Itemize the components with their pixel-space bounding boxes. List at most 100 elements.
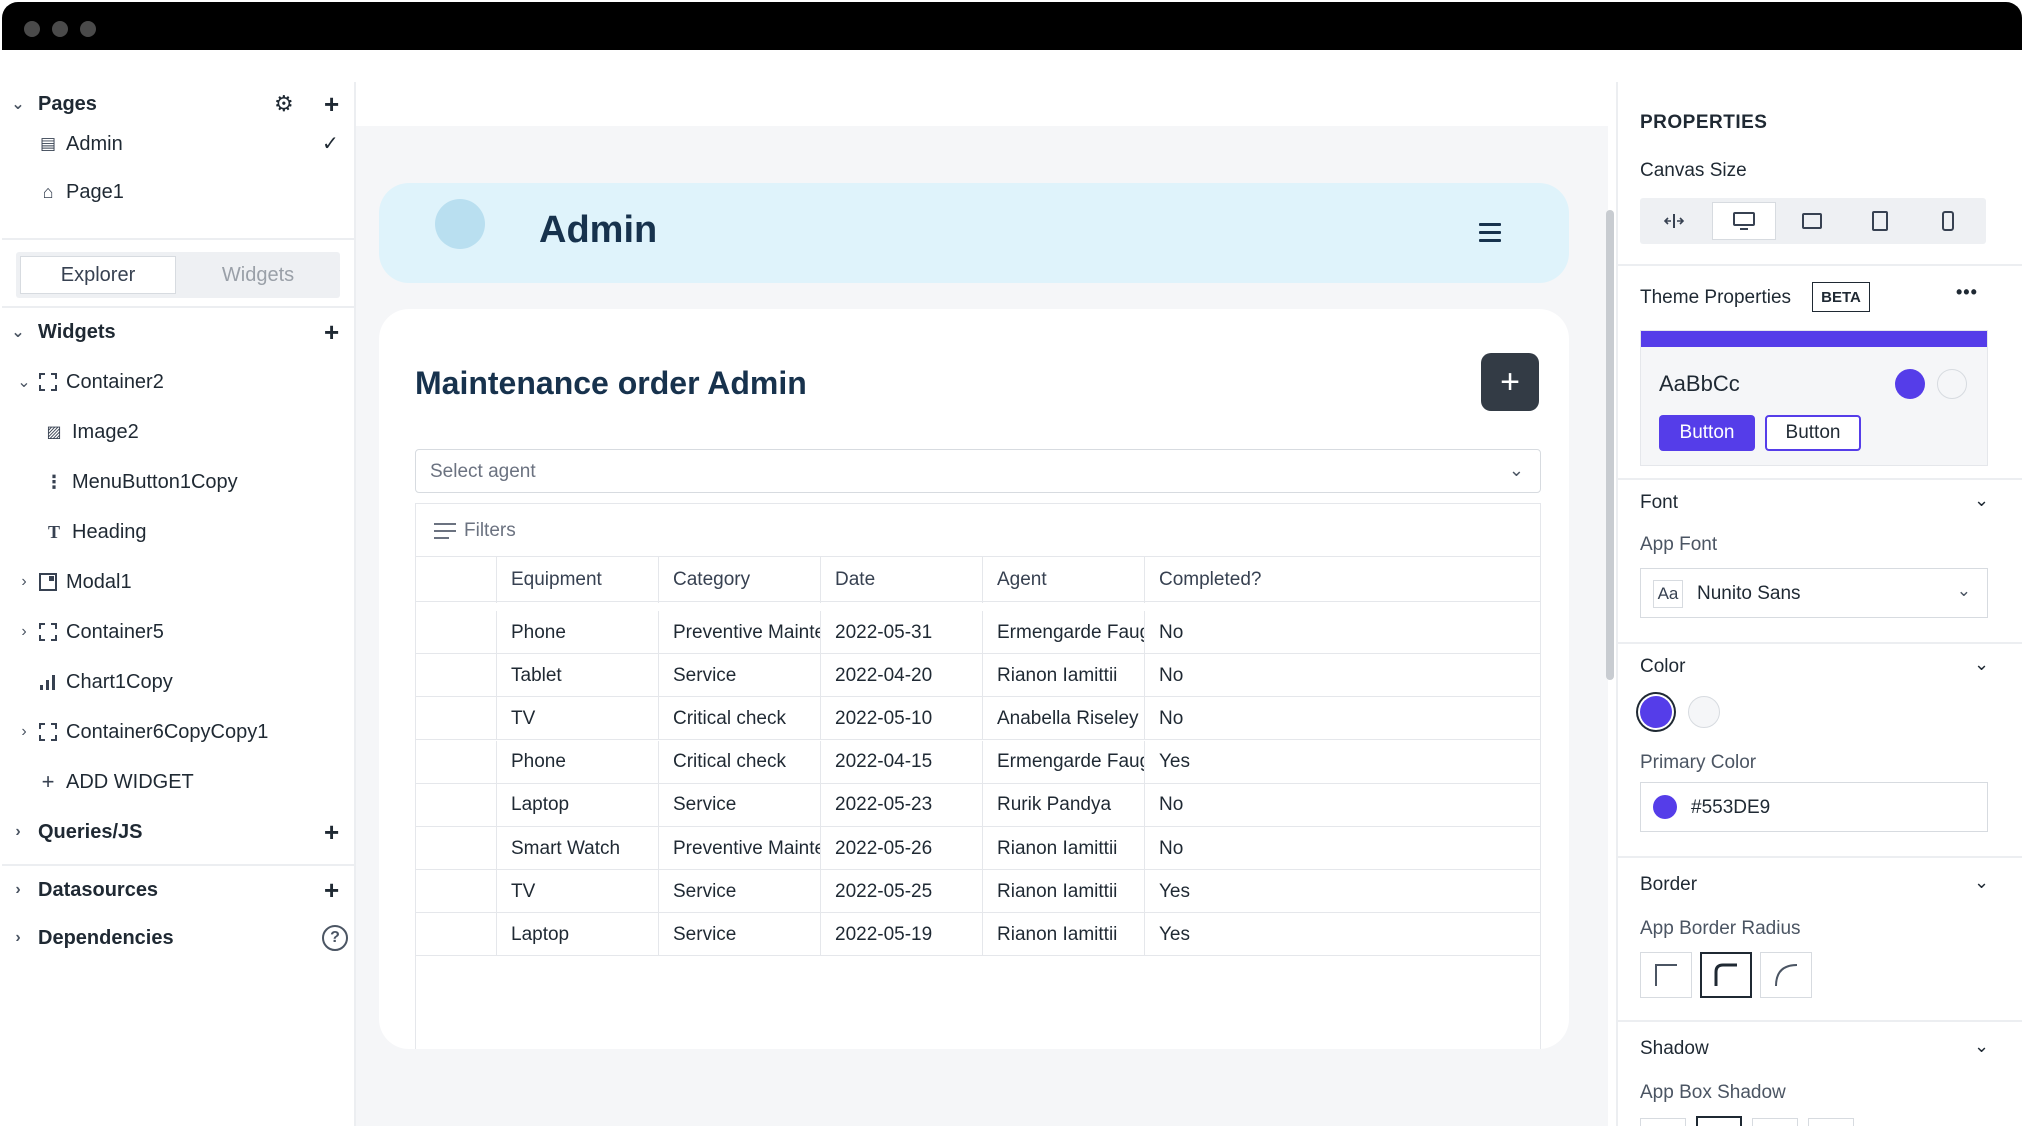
cell-equipment: Laptop: [496, 913, 658, 957]
shadow-option[interactable]: [1640, 1118, 1686, 1126]
row-select-cell[interactable]: [416, 741, 496, 784]
shadow-option-selected[interactable]: [1696, 1116, 1742, 1126]
chevron-down-icon[interactable]: ⌄: [1974, 490, 1989, 511]
widgets-section-header[interactable]: ⌄ Widgets +: [2, 310, 354, 354]
widget-item-container6copycopy1[interactable]: › Container6CopyCopy1: [2, 710, 354, 754]
table-row[interactable]: Tablet Service 2022-04-20 Rianon Iamittii No: [416, 654, 1540, 698]
color-section-header[interactable]: Color: [1640, 656, 1685, 678]
column-header-category[interactable]: Category: [658, 557, 820, 603]
desktop-icon[interactable]: [1712, 202, 1776, 240]
add-widget-link[interactable]: + ADD WIDGET: [2, 760, 354, 804]
table-row[interactable]: Smart WatchPreventive Mainte...2022-05-2…: [416, 827, 1540, 870]
add-page-icon[interactable]: +: [324, 91, 339, 117]
shadow-section-header[interactable]: Shadow: [1640, 1038, 1709, 1060]
row-select-cell[interactable]: [416, 697, 496, 740]
queries-section-header[interactable]: › Queries/JS +: [2, 810, 354, 854]
column-header-date[interactable]: Date: [820, 557, 982, 603]
row-select-cell[interactable]: [416, 827, 496, 870]
fluid-width-icon[interactable]: [1642, 202, 1706, 240]
primary-color-label: Primary Color: [1640, 752, 1757, 773]
sidebar-item-page-page1[interactable]: ⌂ Page1: [2, 170, 354, 214]
primary-color-swatch[interactable]: [1640, 696, 1672, 728]
add-datasource-icon[interactable]: +: [324, 877, 339, 903]
add-order-button[interactable]: +: [1481, 353, 1539, 411]
add-widget-icon[interactable]: +: [324, 319, 339, 345]
window-maximize-dot[interactable]: [80, 21, 96, 37]
chevron-down-icon[interactable]: ⌄: [1974, 872, 1989, 893]
row-select-cell[interactable]: [416, 611, 496, 654]
column-header-completed[interactable]: Completed?: [1144, 557, 1540, 603]
app-header[interactable]: Admin: [379, 183, 1569, 283]
window-close-dot[interactable]: [24, 21, 40, 37]
column-header-equipment[interactable]: Equipment: [496, 557, 658, 603]
tablet-portrait-icon[interactable]: [1848, 202, 1912, 240]
widget-item-container5[interactable]: › Container5: [2, 610, 354, 654]
tab-widgets[interactable]: Widgets: [180, 256, 336, 294]
column-header-agent[interactable]: Agent: [982, 557, 1144, 603]
border-radius-label: App Border Radius: [1640, 918, 1801, 939]
widget-label: Image2: [72, 420, 139, 443]
chevron-right-icon[interactable]: ›: [8, 823, 28, 841]
radius-none-option[interactable]: [1640, 952, 1692, 998]
tab-explorer[interactable]: Explorer: [20, 256, 176, 294]
pages-section-header[interactable]: ⌄ Pages ⚙ +: [2, 82, 354, 126]
table-row[interactable]: TV Critical check 2022-05-10 Anabella Risel…: [416, 697, 1540, 741]
tablet-landscape-icon[interactable]: [1780, 202, 1844, 240]
agent-select[interactable]: Select agent ⌄: [415, 449, 1541, 493]
app-font-select[interactable]: Aa Nunito Sans ⌄: [1640, 568, 1988, 618]
cell-equipment: TV: [496, 870, 658, 914]
window-minimize-dot[interactable]: [52, 21, 68, 37]
chevron-right-icon[interactable]: ›: [8, 929, 28, 947]
widget-item-chart1copy[interactable]: Chart1Copy: [2, 660, 354, 704]
primary-color-input[interactable]: #553DE9: [1640, 782, 1988, 832]
font-section-header[interactable]: Font: [1640, 492, 1678, 514]
more-options-icon[interactable]: •••: [1956, 282, 1978, 303]
table-row[interactable]: Phone Critical check 2022-04-15 Ermengarde …: [416, 740, 1540, 784]
canvas-scrollbar[interactable]: [1606, 210, 1614, 680]
filter-icon[interactable]: [434, 523, 456, 541]
chevron-down-icon[interactable]: ⌄: [8, 94, 28, 114]
table-row[interactable]: Laptop Service 2022-05-23 Rurik Pandya No: [416, 783, 1540, 827]
background-color-swatch[interactable]: [1688, 696, 1720, 728]
datasources-section-header[interactable]: › Datasources +: [2, 868, 354, 912]
row-select-cell[interactable]: [416, 870, 496, 913]
widget-item-heading[interactable]: T Heading: [2, 510, 354, 554]
radius-medium-option[interactable]: [1700, 952, 1752, 998]
row-select-cell[interactable]: [416, 913, 496, 956]
app-header-title: Admin: [539, 209, 658, 251]
mobile-icon[interactable]: [1916, 202, 1980, 240]
widget-item-image2[interactable]: ▨ Image2: [2, 410, 354, 454]
shadow-option[interactable]: [1808, 1118, 1854, 1126]
filters-button[interactable]: Filters: [464, 520, 516, 542]
radius-large-option[interactable]: [1760, 952, 1812, 998]
help-icon[interactable]: ?: [322, 925, 348, 951]
shadow-option[interactable]: [1752, 1118, 1798, 1126]
chevron-down-icon[interactable]: ⌄: [14, 372, 34, 392]
table-row[interactable]: TV Service 2022-05-25 Rianon Iamittii Yes: [416, 870, 1540, 914]
table-row[interactable]: Laptop Service 2022-05-19 Rianon Iamittii Ye…: [416, 913, 1540, 957]
chevron-down-icon[interactable]: ⌄: [1974, 1036, 1989, 1057]
hamburger-menu-icon[interactable]: [1479, 223, 1501, 242]
widget-item-menubutton1copy[interactable]: ⋮ MenuButton1Copy: [2, 460, 354, 504]
sidebar-item-page-admin[interactable]: ▤ Admin ✓: [2, 122, 354, 166]
row-select-cell[interactable]: [416, 784, 496, 827]
row-select-cell[interactable]: [416, 654, 496, 697]
table-row[interactable]: PhonePreventive Mainte...2022-05-31Ermen…: [416, 611, 1540, 654]
chevron-right-icon[interactable]: ›: [14, 723, 34, 741]
chevron-right-icon[interactable]: ›: [14, 573, 34, 591]
chevron-right-icon[interactable]: ›: [8, 881, 28, 899]
cell-agent: Ermengarde Faug...: [982, 611, 1144, 654]
theme-preview-card[interactable]: AaBbCc Button Button: [1640, 330, 1988, 466]
add-query-icon[interactable]: +: [324, 819, 339, 845]
dependencies-section-header[interactable]: › Dependencies ?: [2, 916, 354, 960]
chevron-down-icon[interactable]: ⌄: [1974, 654, 1989, 675]
chevron-right-icon[interactable]: ›: [14, 623, 34, 641]
chevron-down-icon[interactable]: ⌄: [8, 322, 28, 342]
gear-icon[interactable]: ⚙: [274, 93, 294, 115]
widget-label: Modal1: [66, 570, 132, 593]
widget-item-container2[interactable]: ⌄ Container2: [2, 360, 354, 404]
cell-completed: No: [1144, 654, 1540, 698]
widget-item-modal1[interactable]: › Modal1: [2, 560, 354, 604]
border-section-header[interactable]: Border: [1640, 874, 1697, 896]
pages-label: Pages: [38, 92, 97, 115]
